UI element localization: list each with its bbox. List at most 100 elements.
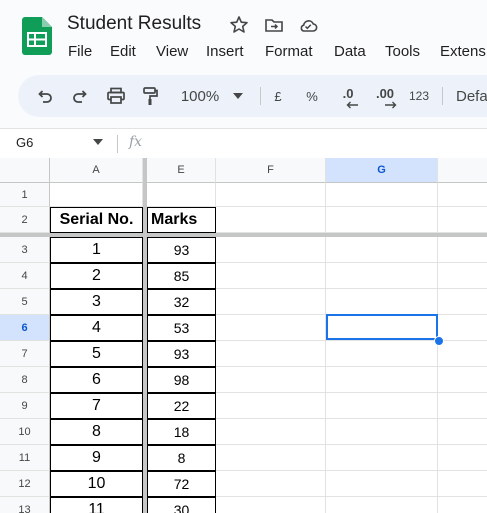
column-header-e[interactable]: E [147,158,216,183]
row-header-10[interactable]: 10 [0,419,50,445]
cell-h2[interactable] [438,207,487,233]
cell-h9[interactable] [438,393,487,419]
selected-cell-g6[interactable] [326,314,438,340]
column-header-a[interactable]: A [50,158,143,183]
decrease-decimal-button[interactable]: .0 [334,75,362,117]
menu-file[interactable]: File [68,43,92,60]
marks-cell[interactable]: 93 [147,237,216,263]
cell-f2[interactable] [216,207,326,233]
currency-format-button[interactable]: £ [268,75,288,117]
row-header-12[interactable]: 12 [0,471,50,497]
cell-f3[interactable] [216,237,326,263]
row-header-2[interactable]: 2 [0,207,50,233]
column-header-f[interactable]: F [216,158,326,183]
marks-cell[interactable]: 98 [147,367,216,393]
serial-no-cell[interactable]: 8 [50,419,143,445]
cell-h8[interactable] [438,367,487,393]
cell-h5[interactable] [438,289,487,315]
menu-edit[interactable]: Edit [110,43,136,60]
sheets-logo-icon[interactable] [22,17,52,55]
column-header-g[interactable]: G [326,158,438,183]
frozen-row-divider[interactable] [0,233,487,237]
star-icon[interactable] [229,15,249,35]
document-title[interactable]: Student Results [67,13,201,35]
cell-f11[interactable] [216,445,326,471]
name-box[interactable]: G6 [16,135,33,150]
marks-cell[interactable]: 85 [147,263,216,289]
cell-h7[interactable] [438,341,487,367]
fill-handle[interactable] [434,336,444,346]
serial-no-cell[interactable]: 4 [50,315,143,341]
marks-cell[interactable]: 72 [147,471,216,497]
cell-f6[interactable] [216,315,326,341]
more-formats-button[interactable]: 123 [406,75,432,117]
serial-no-cell[interactable]: 9 [50,445,143,471]
zoom-select[interactable]: 100% [172,75,252,117]
menu-tools[interactable]: Tools [385,43,420,60]
serial-no-cell[interactable]: 1 [50,237,143,263]
cell-h6[interactable] [438,315,487,341]
cell-g8[interactable] [326,367,438,393]
row-header-1[interactable]: 1 [0,183,50,207]
marks-cell[interactable]: 30 [147,497,216,513]
marks-cell[interactable]: 93 [147,341,216,367]
chevron-down-icon[interactable] [93,139,103,145]
row-header-8[interactable]: 8 [0,367,50,393]
row-header-11[interactable]: 11 [0,445,50,471]
cell-h10[interactable] [438,419,487,445]
cloud-saved-icon[interactable] [298,15,318,35]
serial-no-cell[interactable]: 5 [50,341,143,367]
menu-data[interactable]: Data [334,43,366,60]
cell-f8[interactable] [216,367,326,393]
marks-cell[interactable]: 32 [147,289,216,315]
row-header-13[interactable]: 13 [0,497,50,513]
cell-e1[interactable] [147,183,216,207]
increase-decimal-button[interactable]: .00 [369,75,401,117]
cell-g11[interactable] [326,445,438,471]
row-header-4[interactable]: 4 [0,263,50,289]
cell-f13[interactable] [216,497,326,513]
font-select[interactable]: Defa [456,75,487,117]
cell-h12[interactable] [438,471,487,497]
cell-f10[interactable] [216,419,326,445]
marks-cell[interactable]: 18 [147,419,216,445]
cell-f1[interactable] [216,183,326,207]
cell-f4[interactable] [216,263,326,289]
print-button[interactable] [103,75,129,117]
menu-format[interactable]: Format [265,43,313,60]
serial-no-cell[interactable]: 6 [50,367,143,393]
menu-insert[interactable]: Insert [206,43,244,60]
cell-g3[interactable] [326,237,438,263]
cell-g12[interactable] [326,471,438,497]
redo-button[interactable] [68,75,92,117]
cell-h13[interactable] [438,497,487,513]
percent-format-button[interactable]: % [302,75,322,117]
header-marks[interactable]: Marks [147,207,216,233]
marks-cell[interactable]: 8 [147,445,216,471]
paint-format-button[interactable] [138,75,162,117]
cell-f5[interactable] [216,289,326,315]
cell-h4[interactable] [438,263,487,289]
cell-f9[interactable] [216,393,326,419]
cell-h11[interactable] [438,445,487,471]
cell-a1[interactable] [50,183,143,207]
cell-g13[interactable] [326,497,438,513]
header-serial-no[interactable]: Serial No. [50,207,143,233]
select-all-corner[interactable] [0,158,50,183]
cell-g7[interactable] [326,341,438,367]
row-header-5[interactable]: 5 [0,289,50,315]
row-header-6[interactable]: 6 [0,315,50,341]
serial-no-cell[interactable]: 10 [50,471,143,497]
cell-h1[interactable] [438,183,487,207]
cell-g10[interactable] [326,419,438,445]
cell-f7[interactable] [216,341,326,367]
serial-no-cell[interactable]: 7 [50,393,143,419]
marks-cell[interactable]: 53 [147,315,216,341]
marks-cell[interactable]: 22 [147,393,216,419]
serial-no-cell[interactable]: 11 [50,497,143,513]
cell-f12[interactable] [216,471,326,497]
cell-g1[interactable] [326,183,438,207]
cell-g2[interactable] [326,207,438,233]
row-header-9[interactable]: 9 [0,393,50,419]
frozen-column-divider[interactable] [143,158,147,513]
